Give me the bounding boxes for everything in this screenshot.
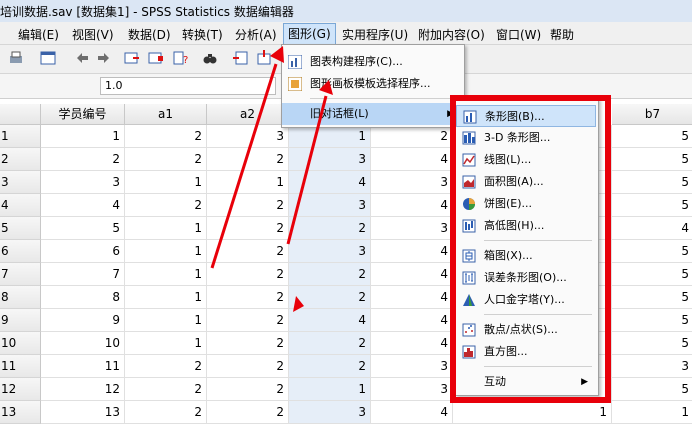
annotation-arrows: [210, 46, 333, 312]
